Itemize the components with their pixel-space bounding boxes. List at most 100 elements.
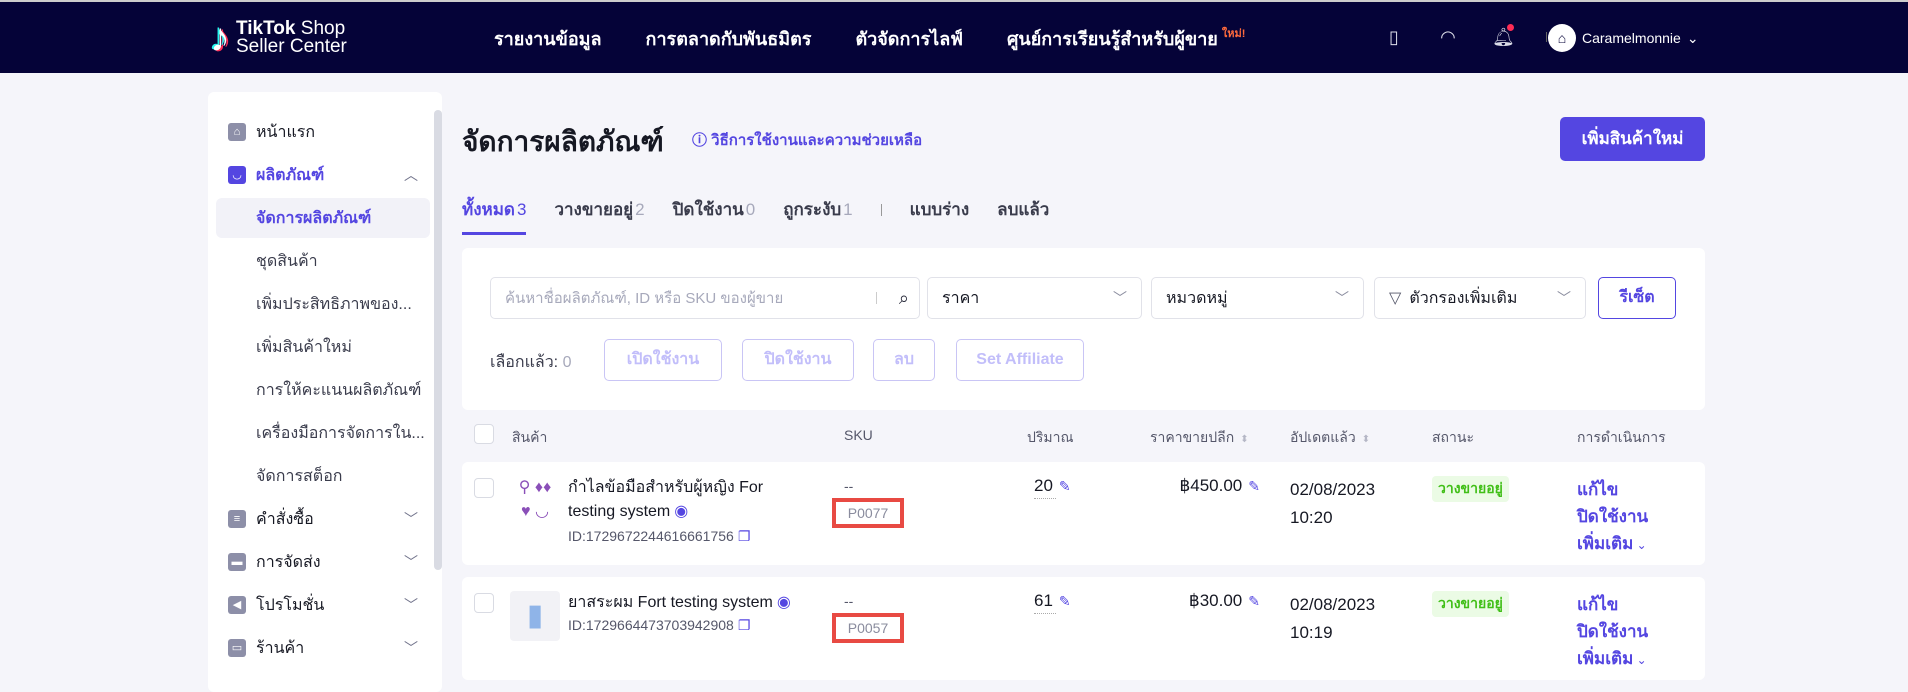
sidebar-item-orders[interactable]: ≡ คำสั่งซื้อ ﹀ [208,499,430,539]
row-checkbox[interactable] [474,593,494,613]
edit-link[interactable]: แก้ไข [1577,476,1648,503]
sidebar-item-management-tools[interactable]: เครื่องมือการจัดการใน... [208,413,430,453]
sidebar-item-label: หน้าแรก [256,123,316,141]
more-dropdown[interactable]: เพิ่มเติม ⌄ [1577,645,1648,674]
bag-icon: ◡ [228,166,246,184]
document-icon: ≡ [228,510,246,528]
price-value: ฿450.00 [1179,476,1243,495]
store-icon: ▭ [228,639,246,657]
deactivate-link[interactable]: ปิดใช้งาน [1577,618,1648,645]
copy-icon[interactable]: ❐ [738,617,751,633]
table-row: ▮ ยาสระผม Fort testing system ◉ ID:172966… [462,577,1705,680]
sidebar-item-products[interactable]: ◡ ผลิตภัณฑ์ ︿ [208,155,430,195]
help-link[interactable]: ⓘ วิธีการใช้งานและความช่วยเหลือ [692,128,922,152]
edit-icon[interactable]: ✎ [1248,478,1260,494]
activate-button[interactable]: เปิดใช้งาน [604,339,722,381]
sku-highlight: P0057 [832,613,904,643]
nav-data-report[interactable]: รายงานข้อมูล [494,24,602,53]
sidebar-item-add-product[interactable]: เพิ่มสินค้าใหม่ [208,327,430,367]
tab-deactivated[interactable]: ปิดใช้งาน 0 [673,196,756,235]
quantity-underline [1034,613,1056,614]
sidebar-item-optimize[interactable]: เพิ่มประสิทธิภาพของ... [208,284,430,324]
sidebar-item-product-rating[interactable]: การให้คะแนนผลิตภัณฑ์ [208,370,430,410]
sidebar-item-manage-products[interactable]: จัดการผลิตภัณฑ์ [216,198,430,238]
nav-seller-university[interactable]: ศูนย์การเรียนรู้สำหรับผู้ขาย ใหม่! [1007,24,1245,53]
sidebar-item-label: ร้านค้า [256,639,305,657]
product-id: ID:1729672244616661756 ❐ [568,528,750,545]
sidebar-scrollbar[interactable] [434,110,442,570]
headset-icon[interactable]: ◠ [1438,26,1458,48]
top-nav: รายงานข้อมูล การตลาดกับพันธมิตร ตัวจัดกา… [494,24,1245,53]
column-sku: SKU [844,427,873,443]
add-new-product-button[interactable]: เพิ่มสินค้าใหม่ [1560,117,1705,161]
tab-live[interactable]: วางขายอยู่ 2 [554,196,644,235]
eye-icon[interactable]: ◉ [777,594,791,611]
tab-suspended[interactable]: ถูกระงับ 1 [783,196,852,235]
more-dropdown[interactable]: เพิ่มเติม ⌄ [1577,530,1648,559]
filter-icon: ▽ [1389,290,1402,307]
row-actions: แก้ไข ปิดใช้งาน เพิ่มเติม ⌄ [1577,591,1648,674]
status-badge: วางขายอยู่ [1432,591,1509,617]
tiktok-note-icon: ♪ [210,16,230,60]
help-link-label: วิธีการใช้งานและความช่วยเหลือ [711,132,923,149]
phone-icon[interactable]: ▯ [1384,26,1404,48]
edit-icon[interactable]: ✎ [1059,593,1071,609]
edit-link[interactable]: แก้ไข [1577,591,1648,618]
product-thumbnail-shampoo[interactable]: ▮ [510,591,560,641]
sidebar-item-product-sets[interactable]: ชุดสินค้า [208,241,430,281]
copy-icon[interactable]: ❐ [738,528,751,544]
tab-drafts[interactable]: แบบร่าง [910,196,970,235]
user-menu[interactable]: ⌂ Caramelmonnie ⌄ [1548,24,1699,52]
sidebar: ⌂ หน้าแรก ◡ ผลิตภัณฑ์ ︿ จัดการผลิตภัณฑ์ ชุด… [208,92,442,692]
category-select[interactable]: หมวดหมู่ ﹀ [1151,277,1364,319]
price-select[interactable]: ราคา ﹀ [927,277,1142,319]
edit-icon[interactable]: ✎ [1059,478,1071,494]
bell-icon[interactable]: 🔔︎ [1492,24,1515,48]
nav-affiliate-marketing[interactable]: การตลาดกับพันธมิตร [646,24,812,53]
sidebar-item-home[interactable]: ⌂ หน้าแรก [208,112,430,152]
chevron-down-icon: ﹀ [404,511,418,527]
sidebar-item-promotions[interactable]: ◀ โปรโมชั่น ﹀ [208,585,430,625]
home-icon: ⌂ [228,123,246,141]
sidebar-item-label: จัดการผลิตภัณฑ์ [256,209,372,227]
sidebar-item-label: การให้คะแนนผลิตภัณฑ์ [256,381,422,399]
sidebar-item-store[interactable]: ▭ ร้านค้า ﹀ [208,628,430,668]
filter-panel: ค้นหาชื่อผลิตภัณฑ์, ID หรือ SKU ของผู้ขา… [462,248,1705,410]
search-icon[interactable]: ⌕ [899,288,909,309]
tab-count: 3 [516,200,527,219]
deactivate-link[interactable]: ปิดใช้งาน [1577,503,1648,530]
reset-button[interactable]: รีเซ็ต [1598,277,1676,319]
updated-time: 10:19 [1290,623,1333,642]
tab-label: ถูกระงับ [783,200,842,219]
eye-icon[interactable]: ◉ [674,503,688,520]
search-input[interactable]: ค้นหาชื่อผลิตภัณฑ์, ID หรือ SKU ของผู้ขา… [490,277,920,319]
tab-all[interactable]: ทั้งหมด 3 [462,196,527,235]
sidebar-item-label: เพิ่มสินค้าใหม่ [256,338,352,356]
deactivate-button[interactable]: ปิดใช้งาน [742,339,854,381]
username: Caramelmonnie [1582,30,1681,46]
table-row: ⚲ ♦♦ ♥ ◡ กำไลข้อมือสำหรับผู้หญิง For test… [462,462,1705,565]
nav-live-manager[interactable]: ตัวจัดการไลฟ์ [855,24,963,53]
product-thumbnail-bracelet[interactable]: ⚲ ♦♦ ♥ ◡ [510,476,560,526]
tab-deleted[interactable]: ลบแล้ว [997,196,1049,235]
edit-icon[interactable]: ✎ [1248,593,1260,609]
sidebar-item-stock[interactable]: จัดการสต็อก [208,456,430,496]
row-actions: แก้ไข ปิดใช้งาน เพิ่มเติม ⌄ [1577,476,1648,559]
product-id-text: ID:1729664473703942908 [568,617,734,633]
sort-icon: ⬍ [1240,434,1249,445]
sidebar-item-label: เครื่องมือการจัดการใน... [256,424,425,442]
select-all-checkbox[interactable] [474,424,494,444]
row-checkbox[interactable] [474,478,494,498]
column-retail-price[interactable]: ราคาขายปลีก ⬍ [1150,427,1249,449]
tiktok-shop-logo[interactable]: ♪ TikTok Shop Seller Center [210,18,347,58]
product-name[interactable]: ยาสระผม Fort testing system ◉ [568,591,828,615]
delete-button[interactable]: ลบ [873,339,935,381]
set-affiliate-button[interactable]: Set Affiliate [956,339,1084,381]
column-updated[interactable]: อัปเดตแล้ว ⬍ [1290,427,1370,449]
notification-dot [1507,24,1514,31]
tab-count: 1 [843,200,853,219]
more-filters-select[interactable]: ▽ ตัวกรองเพิ่มเติม ﹀ [1374,277,1586,319]
sidebar-item-shipping[interactable]: ▬ การจัดส่ง ﹀ [208,542,430,582]
product-name[interactable]: กำไลข้อมือสำหรับผู้หญิง For testing syst… [568,476,778,524]
column-status: สถานะ [1432,429,1474,445]
